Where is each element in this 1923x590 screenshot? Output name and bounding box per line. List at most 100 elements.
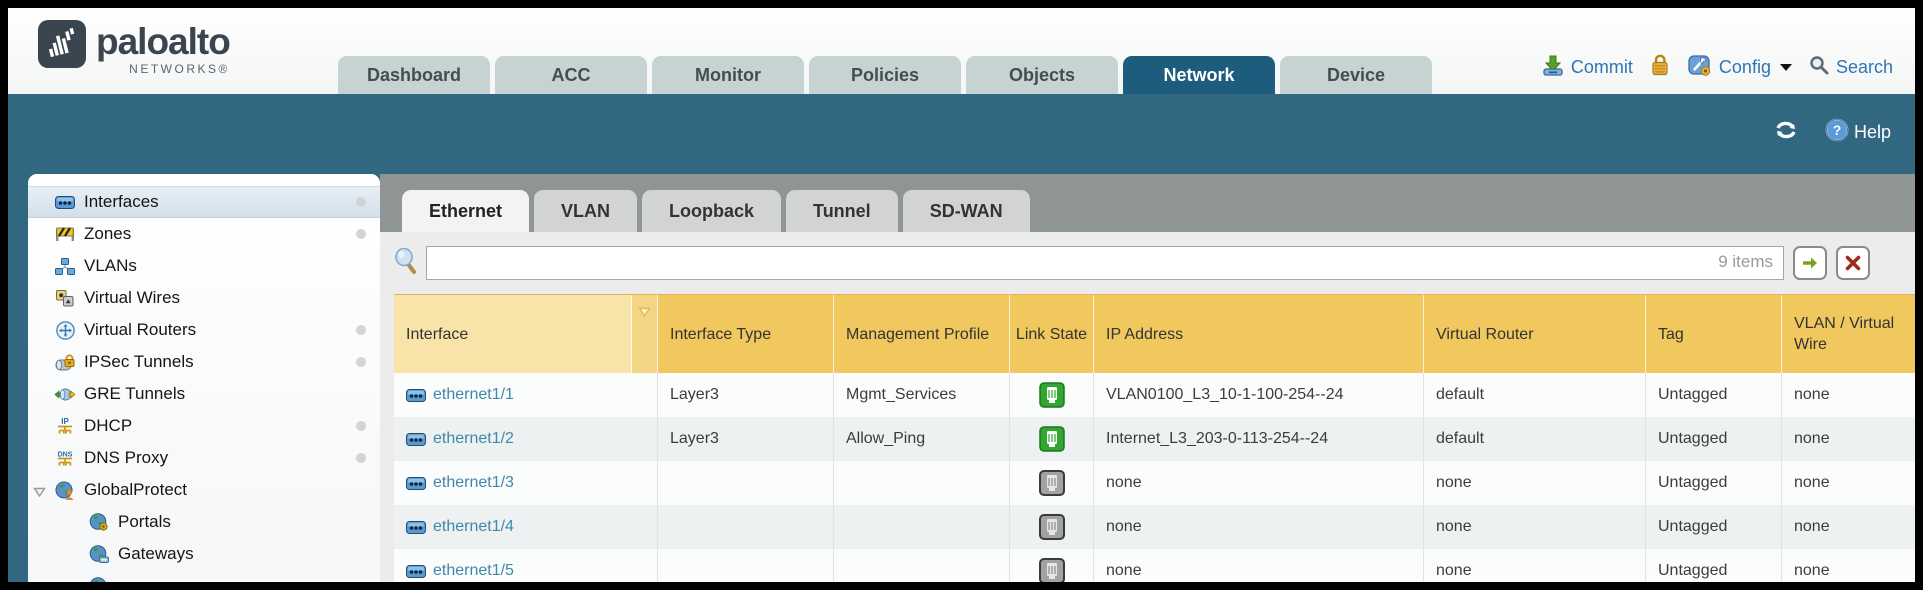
apply-filter-button[interactable] [1793,246,1827,280]
paloalto-logo: paloalto NETWORKS® [38,20,230,76]
tab-tunnel[interactable]: Tunnel [786,190,898,232]
link-state-unknown-icon[interactable] [1039,514,1065,540]
top-bar: paloalto NETWORKS® Dashboard ACC Monitor… [8,8,1915,94]
tab-acc[interactable]: ACC [495,56,647,94]
collapse-caret-icon[interactable] [33,483,46,503]
tab-vlan[interactable]: VLAN [534,190,637,232]
cell-virtual-router: default [1424,373,1646,417]
cell-tag: Untagged [1646,461,1782,505]
col-link-state[interactable]: Link State [1010,295,1094,373]
cell-interface-type: Layer3 [658,373,834,417]
config-menu[interactable]: Config [1687,53,1792,82]
sidebar-item-globalprotect[interactable]: GlobalProtect [28,474,380,506]
interfaces-icon [54,192,76,212]
sidebar-item-zones[interactable]: Zones [28,218,380,250]
cell-ip-address: VLAN0100_L3_10-1-100-254--24 [1094,373,1424,417]
ipsec-tunnels-icon [54,352,76,372]
cell-management-profile: Allow_Ping [834,417,1010,461]
paloalto-logo-icon [38,20,86,68]
clear-filter-button[interactable] [1836,246,1870,280]
tab-policies[interactable]: Policies [809,56,961,94]
item-dot [356,325,366,335]
brand-name: paloalto [96,20,230,64]
tab-ethernet[interactable]: Ethernet [402,190,529,232]
interface-link[interactable]: ethernet1/1 [433,386,514,404]
cell-ip-address: none [1094,549,1424,582]
sidebar: Interfaces Zones [28,174,380,582]
sub-header-bar: ? Help [8,94,1915,174]
interface-link[interactable]: ethernet1/3 [433,474,514,492]
sidebar-item-partial[interactable] [28,570,380,582]
sidebar-item-dns-proxy[interactable]: DNS DNS Proxy [28,442,380,474]
cell-interface-type [658,505,834,549]
tab-sdwan[interactable]: SD-WAN [903,190,1030,232]
interface-icon [406,565,426,578]
dns-proxy-icon: DNS [54,448,76,468]
sidebar-item-interfaces[interactable]: Interfaces [28,186,380,218]
cell-tag: Untagged [1646,373,1782,417]
link-state-unknown-icon[interactable] [1039,558,1065,582]
interface-icon [406,521,426,534]
cell-virtual-router: none [1424,461,1646,505]
lock-button[interactable] [1649,53,1671,82]
interface-link[interactable]: ethernet1/5 [433,562,514,580]
brand-subtitle: NETWORKS® [129,62,230,76]
main-area: Ethernet VLAN Loopback Tunnel SD-WAN [380,174,1915,582]
table-row: ethernet1/3 none [394,461,1915,505]
cell-ip-address: none [1094,505,1424,549]
filter-bar: 9 items [394,246,1915,280]
tab-network[interactable]: Network [1123,56,1275,94]
col-interface-type[interactable]: Interface Type [658,295,834,373]
commit-icon [1541,53,1565,82]
col-ip-address[interactable]: IP Address [1094,295,1424,373]
col-interface[interactable]: Interface [394,295,632,373]
sidebar-item-virtual-wires[interactable]: Virtual Wires [28,282,380,314]
cell-management-profile [834,461,1010,505]
refresh-icon[interactable] [1773,118,1799,147]
interface-icon [406,477,426,490]
sidebar-item-gateways[interactable]: Gateways [28,538,380,570]
sidebar-item-vlans[interactable]: VLANs [28,250,380,282]
link-state-unknown-icon[interactable] [1039,470,1065,496]
zones-icon [54,224,76,244]
col-tag[interactable]: Tag [1646,295,1782,373]
cell-tag: Untagged [1646,417,1782,461]
commit-button[interactable]: Commit [1541,53,1633,82]
col-virtual-router[interactable]: Virtual Router [1424,295,1646,373]
cell-vlan: none [1782,373,1915,417]
sidebar-item-virtual-routers[interactable]: Virtual Routers [28,314,380,346]
table-row: ethernet1/4 none [394,505,1915,549]
cell-virtual-router: none [1424,505,1646,549]
interface-link[interactable]: ethernet1/4 [433,518,514,536]
tab-objects[interactable]: Objects [966,56,1118,94]
cell-tag: Untagged [1646,549,1782,582]
filter-search-icon[interactable] [394,248,418,279]
sidebar-item-gre-tunnels[interactable]: GRE Tunnels [28,378,380,410]
tab-loopback[interactable]: Loopback [642,190,781,232]
virtual-wires-icon [54,288,76,308]
col-sort-dropdown[interactable] [632,295,658,373]
col-vlan-virtual-wire[interactable]: VLAN / Virtual Wire [1782,295,1915,373]
config-caret-icon [1780,64,1792,71]
red-x-icon [1845,255,1861,271]
globalprotect-icon [54,480,76,500]
vlans-icon [54,256,76,276]
link-state-up-icon[interactable] [1039,382,1065,408]
globe-icon [88,576,110,582]
item-dot [356,229,366,239]
sidebar-item-portals[interactable]: Portals [28,506,380,538]
filter-input[interactable] [433,249,1693,277]
gateways-icon [88,544,110,564]
sidebar-item-dhcp[interactable]: IP DHCP [28,410,380,442]
help-button[interactable]: ? Help [1825,118,1891,147]
svg-text:IP: IP [61,417,69,426]
sidebar-item-ipsec-tunnels[interactable]: IPSec Tunnels [28,346,380,378]
tab-dashboard[interactable]: Dashboard [338,56,490,94]
link-state-up-icon[interactable] [1039,426,1065,452]
search-button[interactable]: Search [1808,54,1893,81]
cell-management-profile [834,549,1010,582]
tab-monitor[interactable]: Monitor [652,56,804,94]
interface-link[interactable]: ethernet1/2 [433,430,514,448]
col-management-profile[interactable]: Management Profile [834,295,1010,373]
tab-device[interactable]: Device [1280,56,1432,94]
